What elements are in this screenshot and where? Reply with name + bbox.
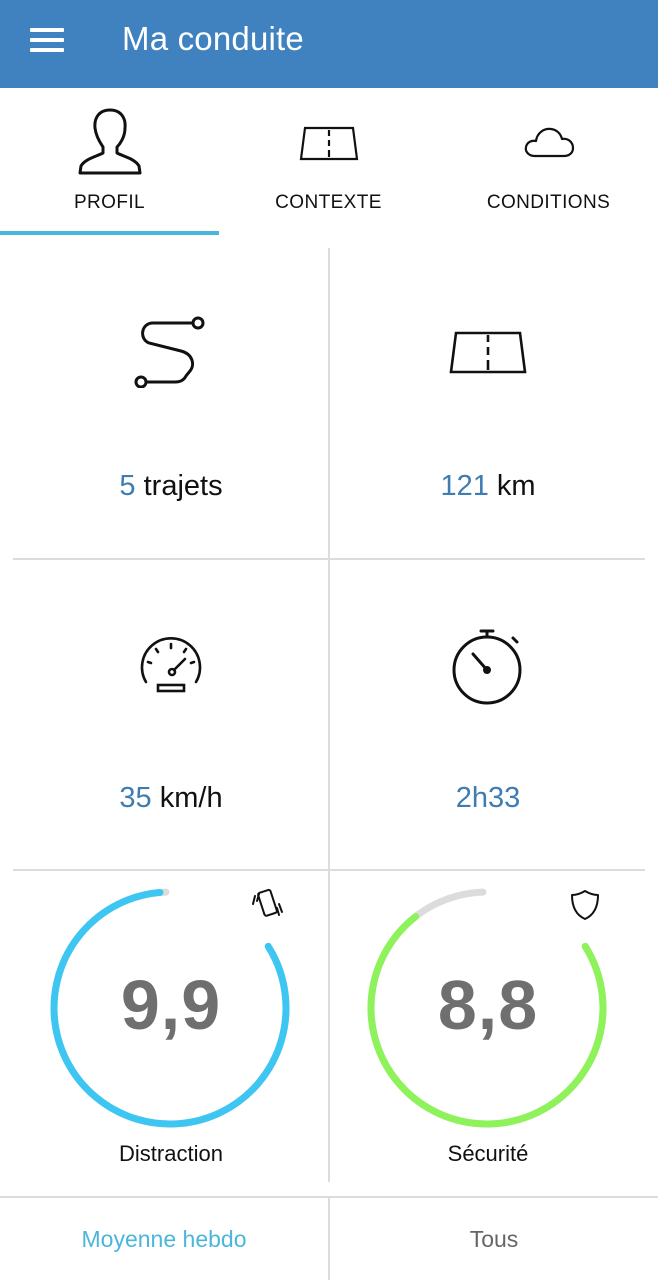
weekly-average-label: Moyenne hebdo xyxy=(81,1225,247,1252)
all-label: Tous xyxy=(469,1225,519,1252)
bottom-bar: Moyenne hebdo Tous xyxy=(0,1196,658,1280)
stopwatch-icon xyxy=(330,626,646,706)
tab-conditions[interactable]: CONDITIONS xyxy=(439,88,658,236)
road-icon xyxy=(219,126,438,162)
tab-label-contexte: CONTEXTE xyxy=(275,192,382,213)
shield-icon xyxy=(570,889,600,926)
person-silhouette-icon xyxy=(0,106,219,176)
trips-count: 5 xyxy=(119,470,136,502)
page-title: Ma conduite xyxy=(122,20,304,57)
trips-unit: trajets xyxy=(143,470,223,502)
security-label: Sécurité xyxy=(447,1141,529,1166)
security-score-card[interactable]: 8,8 Sécurité xyxy=(330,871,646,1182)
tab-bar: PROFIL CONTEXTE CONDITIONS xyxy=(0,88,658,236)
speed-card[interactable]: 35 km/h xyxy=(13,560,329,869)
distraction-label: Distraction xyxy=(119,1141,223,1166)
weekly-average-button[interactable]: Moyenne hebdo xyxy=(0,1198,328,1280)
duration-card[interactable]: 2h33 xyxy=(330,560,646,869)
tab-contexte[interactable]: CONTEXTE xyxy=(219,88,438,236)
road-icon xyxy=(330,330,646,376)
distance-value-line: 121 km xyxy=(330,470,646,503)
speedometer-icon xyxy=(13,632,329,694)
distraction-score-value: 9,9 xyxy=(120,966,222,1044)
duration-value-line: 2h33 xyxy=(330,782,646,815)
duration-value: 2h33 xyxy=(455,782,521,814)
tab-label-conditions: CONDITIONS xyxy=(486,192,611,213)
distance-card[interactable]: 121 km xyxy=(330,248,646,558)
route-icon xyxy=(13,316,329,388)
distance-value: 121 xyxy=(440,470,489,502)
hamburger-menu-icon[interactable] xyxy=(22,20,72,64)
tab-label-profil: PROFIL xyxy=(73,192,146,213)
speed-value: 35 xyxy=(119,782,152,814)
security-score-value: 8,8 xyxy=(437,966,539,1044)
distraction-score-card[interactable]: 9,9 Distraction xyxy=(13,871,329,1182)
speed-unit: km/h xyxy=(159,782,223,814)
active-tab-indicator xyxy=(0,231,219,235)
stats-grid: 5 trajets 121 km 35 km/h 2h33 9,9 Distra… xyxy=(0,236,658,1196)
trips-card[interactable]: 5 trajets xyxy=(13,248,329,558)
app-bar: Ma conduite xyxy=(0,0,658,88)
trips-value-line: 5 trajets xyxy=(13,470,329,503)
all-button[interactable]: Tous xyxy=(330,1198,658,1280)
speed-value-line: 35 km/h xyxy=(13,782,329,815)
cloud-icon xyxy=(439,124,658,160)
phone-vibrate-icon xyxy=(251,887,285,928)
distance-unit: km xyxy=(496,470,536,502)
tab-profil[interactable]: PROFIL xyxy=(0,88,219,236)
